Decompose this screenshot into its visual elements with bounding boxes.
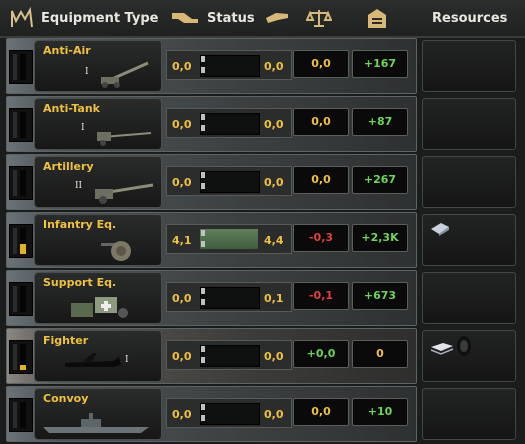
equipment-name: Anti-Tank bbox=[43, 102, 100, 115]
stockpile-gauge bbox=[9, 224, 33, 258]
production-bar[interactable]: 0,0 0,1 bbox=[166, 282, 292, 312]
delta-value: 0,0 bbox=[293, 108, 349, 136]
resources-box bbox=[422, 156, 516, 208]
rubber-icon bbox=[457, 336, 471, 356]
production-left-value: 0,0 bbox=[172, 408, 192, 421]
equipment-name: Support Eq. bbox=[43, 276, 117, 289]
production-bar[interactable]: 4,1 4,4 bbox=[166, 224, 292, 254]
production-left-value: 0,0 bbox=[172, 292, 192, 305]
stockpile-gauge bbox=[9, 50, 33, 84]
equipment-row-infantry-eq[interactable]: Infantry Eq. 4,1 4,4 -0,3 +2,3K bbox=[0, 212, 525, 270]
total-value: +87 bbox=[352, 108, 408, 136]
equipment-name: Convoy bbox=[43, 392, 89, 405]
equipment-row-convoy[interactable]: Convoy 0,0 0,0 0,0 +10 bbox=[0, 386, 525, 444]
status-header[interactable]: Status bbox=[207, 11, 255, 26]
equipment-name-panel[interactable]: Anti-Air I bbox=[34, 40, 162, 92]
production-left-value: 0,0 bbox=[172, 350, 192, 363]
equipment-tier: I bbox=[125, 355, 129, 365]
delta-value: -0,1 bbox=[293, 282, 349, 310]
anti-tank-gun-icon bbox=[97, 132, 152, 146]
production-right-value: 0,0 bbox=[264, 60, 284, 73]
balance-scale-icon bbox=[306, 10, 332, 27]
equipment-name-panel[interactable]: Convoy bbox=[34, 388, 162, 440]
equipment-chart-icon bbox=[11, 7, 33, 28]
aluminium-icon bbox=[430, 343, 454, 355]
equipment-name-panel[interactable]: Support Eq. bbox=[34, 272, 162, 324]
equipment-row-artillery[interactable]: Artillery II 0,0 0,0 0,0 +267 bbox=[0, 154, 525, 212]
equipment-row-fighter[interactable]: Fighter I 0,0 0,0 +0,0 0 bbox=[0, 328, 525, 386]
delta-value: +0,0 bbox=[293, 340, 349, 368]
delta-value: -0,3 bbox=[293, 224, 349, 252]
production-bar[interactable]: 0,0 0,0 bbox=[166, 108, 292, 138]
production-bar[interactable]: 0,0 0,0 bbox=[166, 50, 292, 80]
fighter-plane-icon bbox=[65, 353, 121, 367]
convoy-ship-icon bbox=[43, 413, 149, 433]
equipment-row-anti-tank[interactable]: Anti-Tank I 0,0 0,0 0,0 +87 bbox=[0, 96, 525, 154]
production-bar[interactable]: 0,0 0,0 bbox=[166, 340, 292, 370]
stockpile-gauge bbox=[9, 398, 33, 432]
production-left-value: 0,0 bbox=[172, 60, 192, 73]
delta-value: 0,0 bbox=[293, 50, 349, 78]
production-left-value: 0,0 bbox=[172, 176, 192, 189]
resources-box bbox=[422, 272, 516, 324]
delta-value: 0,0 bbox=[293, 166, 349, 194]
delta-value: 0,0 bbox=[293, 398, 349, 426]
equipment-tier: II bbox=[75, 181, 83, 191]
production-bar[interactable]: 0,0 0,0 bbox=[166, 166, 292, 196]
resources-header[interactable]: Resources bbox=[432, 11, 507, 26]
resources-box bbox=[422, 40, 516, 92]
total-value: +267 bbox=[352, 166, 408, 194]
artillery-gun-icon bbox=[95, 183, 154, 204]
production-right-value: 0,0 bbox=[264, 118, 284, 131]
steel-icon bbox=[431, 223, 449, 236]
total-value: +2,3K bbox=[352, 224, 408, 252]
equipment-name-panel[interactable]: Artillery II bbox=[34, 156, 162, 208]
stockpile-gauge bbox=[9, 282, 33, 316]
equipment-row-anti-air[interactable]: Anti-Air I 0,0 0,0 0,0 +167 bbox=[0, 38, 525, 96]
production-left-value: 4,1 bbox=[172, 234, 192, 247]
production-right-value: 0,0 bbox=[264, 408, 284, 421]
equipment-tier: I bbox=[85, 67, 89, 77]
equipment-name: Artillery bbox=[43, 160, 94, 173]
equipment-name: Anti-Air bbox=[43, 44, 91, 57]
stockpile-gauge bbox=[9, 166, 33, 200]
infantry-equipment-icon bbox=[101, 241, 131, 261]
equipment-row-support-eq[interactable]: Support Eq. 0,0 0,1 -0,1 +673 bbox=[0, 270, 525, 328]
anti-air-gun-icon bbox=[101, 61, 149, 88]
hand-icon bbox=[266, 13, 288, 23]
production-right-value: 4,4 bbox=[264, 234, 284, 247]
total-value: +673 bbox=[352, 282, 408, 310]
total-value: 0 bbox=[352, 340, 408, 368]
production-right-value: 0,1 bbox=[264, 292, 284, 305]
stockpile-gauge bbox=[9, 108, 33, 142]
support-equipment-icon bbox=[71, 297, 128, 318]
resources-box bbox=[422, 388, 516, 440]
total-value: +10 bbox=[352, 398, 408, 426]
resources-box bbox=[422, 330, 516, 382]
production-left-value: 0,0 bbox=[172, 118, 192, 131]
equipment-name: Fighter bbox=[43, 334, 89, 347]
resources-box bbox=[422, 98, 516, 150]
production-right-value: 0,0 bbox=[264, 176, 284, 189]
equipment-header: Equipment Type Status Resources bbox=[0, 0, 525, 38]
equipment-name-panel[interactable]: Infantry Eq. bbox=[34, 214, 162, 266]
status-hand-icon bbox=[172, 13, 198, 23]
production-right-value: 0,0 bbox=[264, 350, 284, 363]
equipment-name-panel[interactable]: Anti-Tank I bbox=[34, 98, 162, 150]
equipment-type-header[interactable]: Equipment Type bbox=[41, 11, 158, 26]
total-value: +167 bbox=[352, 50, 408, 78]
warehouse-icon bbox=[368, 9, 386, 28]
stockpile-gauge bbox=[9, 340, 33, 374]
production-bar[interactable]: 0,0 0,0 bbox=[166, 398, 292, 428]
equipment-name: Infantry Eq. bbox=[43, 218, 117, 231]
resources-box bbox=[422, 214, 516, 266]
equipment-name-panel[interactable]: Fighter I bbox=[34, 330, 162, 382]
